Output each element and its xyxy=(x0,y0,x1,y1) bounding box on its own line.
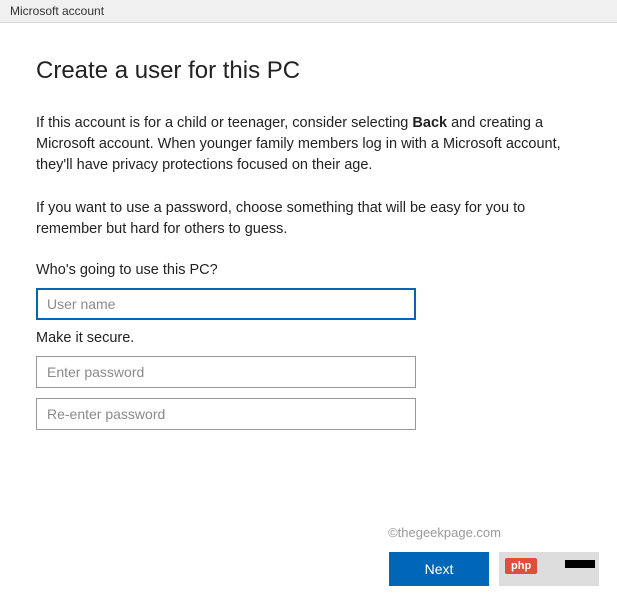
watermark-text: ©thegeekpage.com xyxy=(388,525,501,540)
next-button[interactable]: Next xyxy=(389,552,489,586)
window-title: Microsoft account xyxy=(10,4,104,18)
footer-buttons: Next php xyxy=(389,552,599,586)
php-badge: php xyxy=(505,558,537,574)
window-titlebar: Microsoft account xyxy=(0,0,617,23)
password-section-label: Make it secure. xyxy=(36,330,581,346)
username-label: Who's going to use this PC? xyxy=(36,262,581,278)
intro-paragraph-1: If this account is for a child or teenag… xyxy=(36,113,581,176)
password-input[interactable] xyxy=(36,356,416,388)
secondary-button[interactable]: php xyxy=(499,552,599,586)
intro-1-pre: If this account is for a child or teenag… xyxy=(36,115,412,131)
intro-1-bold: Back xyxy=(412,115,447,131)
intro-paragraph-2: If you want to use a password, choose so… xyxy=(36,198,581,240)
username-input[interactable] xyxy=(36,288,416,320)
redacted-strip xyxy=(565,560,595,568)
main-content: Create a user for this PC If this accoun… xyxy=(0,23,617,430)
page-heading: Create a user for this PC xyxy=(36,57,581,85)
password-confirm-input[interactable] xyxy=(36,398,416,430)
